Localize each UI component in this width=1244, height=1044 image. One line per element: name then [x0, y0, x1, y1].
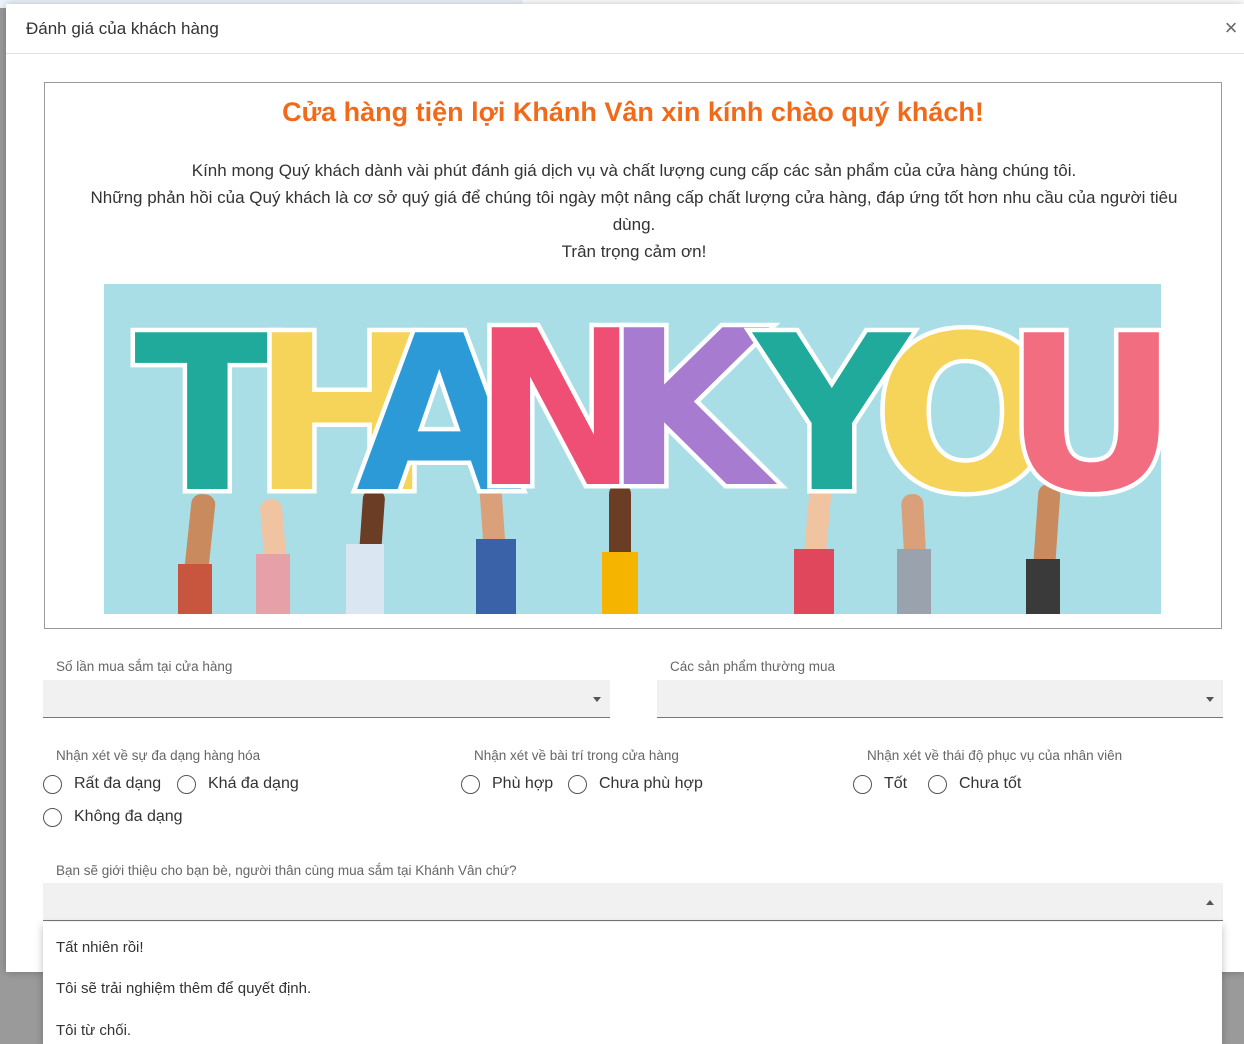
recommend-option-decline[interactable]: Tôi từ chối. — [43, 1010, 1222, 1044]
close-icon[interactable]: × — [1220, 17, 1242, 39]
welcome-line-2: Những phản hồi của Quý khách là cơ sở qu… — [90, 188, 1178, 234]
variety-option-very-diverse[interactable]: Rất đa dạng — [43, 773, 161, 795]
layout-option-suitable[interactable]: Phù hợp — [461, 773, 553, 795]
welcome-heading: Cửa hàng tiện lợi Khánh Vân xin kính chà… — [282, 97, 984, 127]
visits-select[interactable] — [43, 680, 610, 718]
radio-button[interactable] — [177, 774, 196, 794]
recommend-select[interactable] — [43, 883, 1223, 921]
recommend-label: Bạn sẽ giới thiệu cho bạn bè, người thân… — [56, 863, 517, 878]
radio-button[interactable] — [928, 774, 947, 794]
layout-label: Nhận xét về bài trí trong cửa hàng — [474, 748, 679, 763]
dialog-header: Đánh giá của khách hàng × — [6, 4, 1244, 54]
thank-you-illustration: T H A N K Y O U — [130, 284, 1162, 614]
radio-label: Rất đa dạng — [74, 775, 162, 792]
attitude-label: Nhận xét về thái độ phục vụ của nhân viê… — [867, 748, 1123, 763]
radio-label: Chưa phù hợp — [599, 775, 703, 792]
welcome-line-1: Kính mong Quý khách dành vài phút đánh g… — [191, 161, 1077, 180]
variety-option-fairly-diverse[interactable]: Khá đa dạng — [177, 773, 299, 795]
variety-label: Nhận xét về sự đa dạng hàng hóa — [56, 748, 261, 763]
products-select[interactable] — [657, 680, 1223, 718]
banner-letter-k: K — [604, 284, 778, 535]
radio-button[interactable] — [853, 774, 872, 794]
thank-you-letters: T H A N K Y O U — [130, 284, 1162, 545]
radio-button[interactable] — [568, 774, 587, 794]
chevron-down-icon — [593, 697, 601, 702]
visits-label: Số lần mua sắm tại cửa hàng — [56, 659, 233, 674]
radio-button[interactable] — [43, 774, 62, 794]
recommend-dropdown-menu: Tất nhiên rồi! Tôi sẽ trải nghiệm thêm đ… — [43, 922, 1222, 1044]
attitude-option-not-good[interactable]: Chưa tốt — [928, 773, 1021, 795]
radio-label: Chưa tốt — [959, 775, 1022, 792]
welcome-line-3: Trân trọng cảm ơn! — [561, 242, 707, 261]
radio-button[interactable] — [43, 807, 62, 827]
radio-button[interactable] — [461, 774, 480, 794]
layout-option-not-suitable[interactable]: Chưa phù hợp — [568, 773, 703, 795]
attitude-option-good[interactable]: Tốt — [853, 773, 907, 795]
dialog-title: Đánh giá của khách hàng — [26, 19, 219, 38]
welcome-message: Kính mong Quý khách dành vài phút đánh g… — [67, 157, 1201, 265]
recommend-option-try-more[interactable]: Tôi sẽ trải nghiệm thêm để quyết định. — [43, 968, 1222, 1008]
products-label: Các sản phẩm thường mua — [670, 659, 835, 674]
thank-you-banner: T H A N K Y O U — [104, 284, 1161, 614]
variety-option-not-diverse[interactable]: Không đa dạng — [43, 806, 183, 828]
radio-label: Không đa dạng — [74, 808, 183, 825]
chevron-up-icon — [1206, 900, 1214, 905]
welcome-panel: Cửa hàng tiện lợi Khánh Vân xin kính chà… — [44, 82, 1222, 629]
radio-label: Khá đa dạng — [208, 775, 299, 792]
customer-feedback-dialog: Đánh giá của khách hàng × Cửa hàng tiện … — [6, 4, 1244, 972]
recommend-option-of-course[interactable]: Tất nhiên rồi! — [43, 927, 1222, 967]
radio-label: Phù hợp — [492, 775, 554, 792]
banner-letter-u: U — [1004, 289, 1161, 540]
radio-label: Tốt — [884, 775, 908, 792]
chevron-down-icon — [1206, 697, 1214, 702]
